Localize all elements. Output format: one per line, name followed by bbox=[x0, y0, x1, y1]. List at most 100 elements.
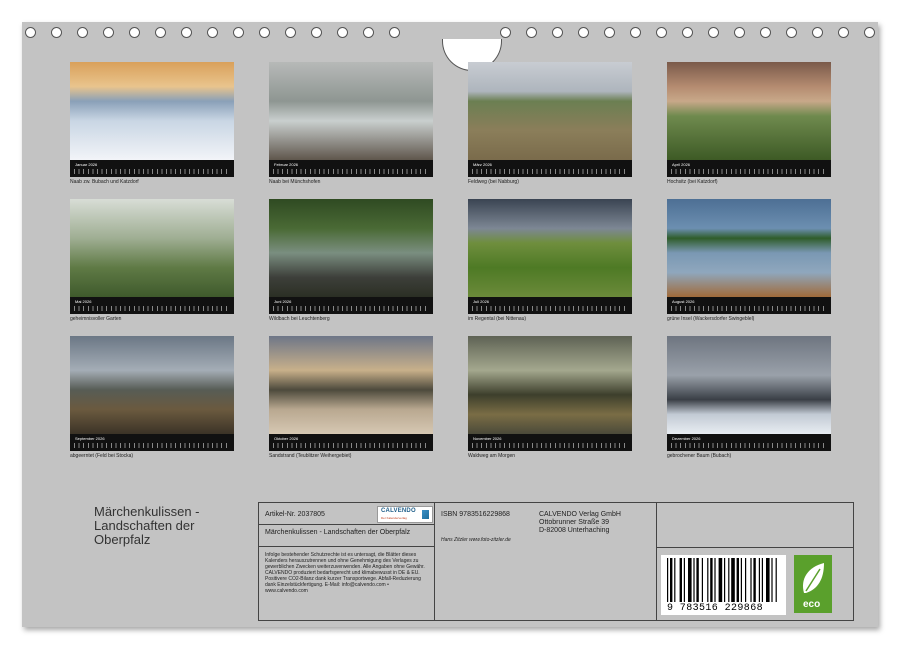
calendar-strip: April 2026 bbox=[667, 160, 831, 177]
misty-garden-photo bbox=[70, 199, 234, 297]
lake-island-photo bbox=[667, 199, 831, 297]
day-grid bbox=[671, 443, 827, 448]
day-grid bbox=[472, 169, 628, 174]
day-grid bbox=[273, 443, 429, 448]
month-5: Mai 2026 geheimnisvoller Garten bbox=[70, 199, 234, 322]
binder-ring bbox=[864, 27, 875, 38]
barcode-cell: 9 783516 229868 eco bbox=[657, 503, 853, 620]
binder-ring bbox=[129, 27, 140, 38]
month-name: Mai 2026 bbox=[75, 299, 92, 304]
binder-ring bbox=[578, 27, 589, 38]
binder-ring bbox=[500, 27, 511, 38]
month-name: Juli 2026 bbox=[473, 299, 490, 304]
binder-ring bbox=[311, 27, 322, 38]
barcode-bars bbox=[667, 558, 777, 602]
month-name: Februar 2026 bbox=[274, 162, 299, 167]
day-grid bbox=[273, 169, 429, 174]
forest-stream-photo bbox=[269, 199, 433, 297]
author: Hans Zitzler www.foto-zitzler.de bbox=[441, 537, 511, 543]
day-grid bbox=[671, 306, 827, 311]
month-name: Juni 2026 bbox=[274, 299, 292, 304]
binder-ring bbox=[838, 27, 849, 38]
photo-caption: abgeerntet (Feld bei Stocka) bbox=[70, 453, 134, 459]
month-8: August 2026 grüne Insel (Wackersdorfer Sw… bbox=[667, 199, 831, 322]
binder-ring bbox=[155, 27, 166, 38]
calendar-back-page: Januar 2026 Naab zw. Bubach und Katzdorf F… bbox=[22, 22, 878, 627]
day-grid bbox=[273, 306, 429, 311]
binder-ring bbox=[363, 27, 374, 38]
photo-caption: Wildbach bei Leuchtenberg bbox=[269, 316, 330, 322]
calendar-strip: Mai 2026 bbox=[70, 297, 234, 314]
month-6: Juni 2026 Wildbach bei Leuchtenberg bbox=[269, 199, 433, 322]
binder-ring bbox=[526, 27, 537, 38]
binder-ring bbox=[760, 27, 771, 38]
calendar-strip: März 2026 bbox=[468, 160, 632, 177]
binder-ring bbox=[25, 27, 36, 38]
calendar-strip: Januar 2026 bbox=[70, 160, 234, 177]
month-name: Oktober 2026 bbox=[274, 436, 299, 441]
binder-ring bbox=[812, 27, 823, 38]
green-path-photo bbox=[468, 199, 632, 297]
calendar-strip: Juli 2026 bbox=[468, 297, 632, 314]
photo-caption: Hochsitz (bei Katzdorf) bbox=[667, 179, 718, 185]
calendar-strip: Oktober 2026 bbox=[269, 434, 433, 451]
calvendo-logo: CALVENDO Der Kalenderverlag bbox=[377, 506, 433, 523]
month-name: August 2026 bbox=[672, 299, 695, 304]
sand-beach-photo bbox=[269, 336, 433, 434]
photo-caption: Naab zw. Bubach und Katzdorf bbox=[70, 179, 139, 185]
day-grid bbox=[472, 443, 628, 448]
photo-caption: Waldweg am Morgen bbox=[468, 453, 516, 459]
month-7: Juli 2026 im Regental (bei Nittenau) bbox=[468, 199, 632, 322]
article-number: Artikel-Nr. 2037805 bbox=[265, 511, 325, 518]
info-box: Artikel-Nr. 2037805 CALVENDO Der Kalende… bbox=[258, 502, 854, 621]
photo-caption: Feldweg (bei Nabburg) bbox=[468, 179, 519, 185]
publisher-address: CALVENDO Verlag GmbH Ottobrunner Straße … bbox=[539, 511, 621, 534]
harvested-field-photo bbox=[70, 336, 234, 434]
eco-badge: eco bbox=[794, 555, 832, 613]
month-name: Dezember 2026 bbox=[672, 436, 701, 441]
binder-ring bbox=[233, 27, 244, 38]
barcode: 9 783516 229868 bbox=[661, 555, 786, 615]
photo-caption: im Regental (bei Nittenau) bbox=[468, 316, 527, 322]
month-name: November 2026 bbox=[473, 436, 502, 441]
barcode-digits: 9 783516 229868 bbox=[667, 603, 764, 614]
broken-tree-photo bbox=[667, 336, 831, 434]
photo-caption: geheimnisvoller Garten bbox=[70, 316, 122, 322]
calendar-strip: November 2026 bbox=[468, 434, 632, 451]
hunting-stand-photo bbox=[667, 62, 831, 160]
binder-ring bbox=[51, 27, 62, 38]
binder-ring bbox=[734, 27, 745, 38]
month-2: Februar 2026 Naab bei Münchshofen bbox=[269, 62, 433, 185]
logo-mark-icon bbox=[422, 510, 429, 519]
month-name: September 2026 bbox=[75, 436, 105, 441]
willow-river-photo bbox=[269, 62, 433, 160]
day-grid bbox=[74, 443, 230, 448]
month-4: April 2026 Hochsitz (bei Katzdorf) bbox=[667, 62, 831, 185]
month-name: März 2026 bbox=[473, 162, 492, 167]
binder-ring bbox=[207, 27, 218, 38]
binder-ring bbox=[708, 27, 719, 38]
month-9: September 2026 abgeerntet (Feld bei Stock… bbox=[70, 336, 234, 459]
photo-caption: Naab bei Münchshofen bbox=[269, 179, 321, 185]
day-grid bbox=[472, 306, 628, 311]
month-12: Dezember 2026 gebrochener Baum (Bubach) bbox=[667, 336, 831, 459]
binder-ring bbox=[259, 27, 270, 38]
calendar-strip: August 2026 bbox=[667, 297, 831, 314]
month-10: Oktober 2026 Sandstrand (Teublitzer Weihe… bbox=[269, 336, 433, 459]
binder-ring bbox=[604, 27, 615, 38]
calendar-strip: September 2026 bbox=[70, 434, 234, 451]
winter-river-photo bbox=[70, 62, 234, 160]
day-grid bbox=[671, 169, 827, 174]
binder-ring bbox=[285, 27, 296, 38]
month-name: Januar 2026 bbox=[75, 162, 98, 167]
photo-caption: grüne Insel (Wackersdorfer Swingeblel) bbox=[667, 316, 755, 322]
leaf-icon bbox=[802, 563, 824, 593]
binder-ring bbox=[103, 27, 114, 38]
forest-light-photo bbox=[468, 336, 632, 434]
subtitle-cell: Märchenkulissen - Landschaften der Oberp… bbox=[259, 525, 435, 547]
binder-ring bbox=[77, 27, 88, 38]
legal-cell: Infolge bestehender Schutzrechte ist es … bbox=[259, 547, 435, 620]
publisher-cell: ISBN 9783516229868 Hans Zitzler www.foto… bbox=[435, 503, 657, 620]
calendar-strip: Juni 2026 bbox=[269, 297, 433, 314]
calendar-strip: Dezember 2026 bbox=[667, 434, 831, 451]
